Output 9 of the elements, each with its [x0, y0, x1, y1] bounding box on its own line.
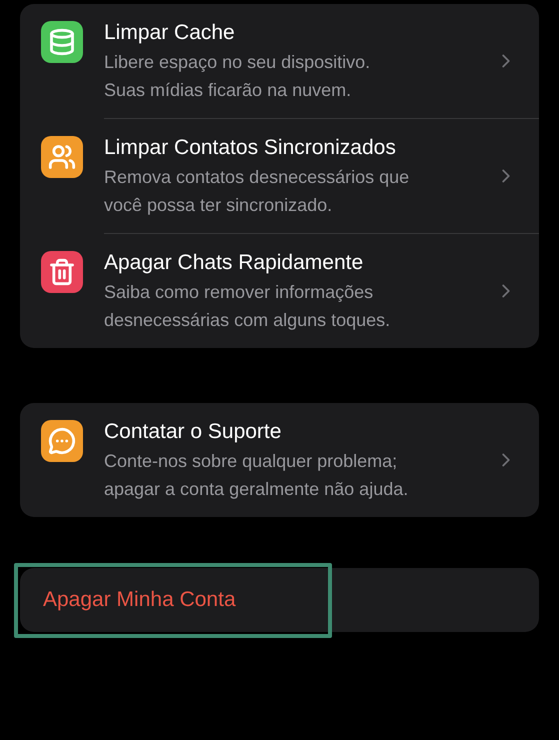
row-description: Remova contatos desnecessários que você possa ter sincronizado.	[104, 166, 410, 217]
row-description: Conte-nos sobre qualquer problema; apagar a conta geralmente não ajuda.	[104, 450, 410, 501]
row-title: Apagar Chats Rapidamente	[104, 250, 364, 276]
row-description: Saiba como remover informações desnecessárias com alguns toques.	[104, 281, 392, 332]
row-description: Libere espaço no seu dispositivo. Suas mídias ficarão na nuvem.	[104, 51, 372, 102]
row-title: Limpar Cache	[104, 20, 236, 46]
row-title: Limpar Contatos Sincronizados	[104, 135, 397, 161]
delete-account-button[interactable]: Apagar Minha Conta	[20, 568, 539, 632]
row-title: Contatar o Suporte	[104, 419, 282, 445]
